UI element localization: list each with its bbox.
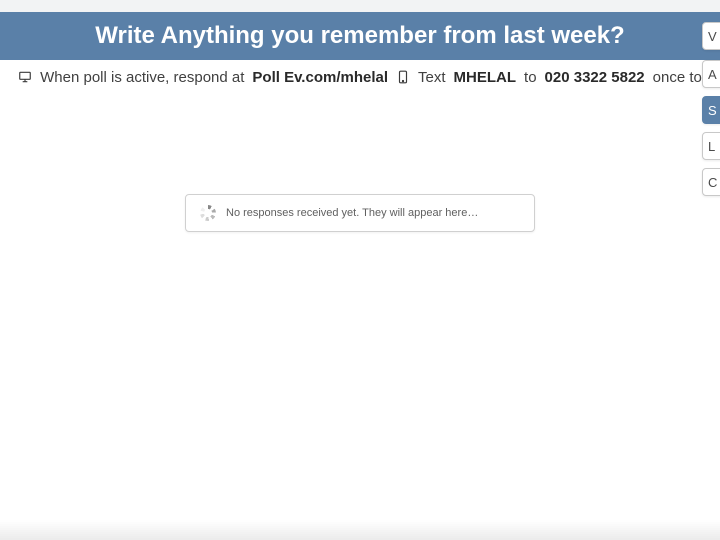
loading-spinner-icon — [200, 205, 216, 221]
text-prefix: Text — [418, 69, 446, 86]
side-button-a[interactable]: A — [702, 60, 720, 88]
poll-title: Write Anything you remember from last we… — [95, 22, 624, 49]
poll-title-banner: Write Anything you remember from last we… — [0, 12, 720, 60]
presentation-icon — [18, 70, 32, 84]
side-button-v[interactable]: V — [702, 22, 720, 50]
top-border — [0, 0, 720, 12]
side-button-c[interactable]: C — [702, 168, 720, 196]
instruction-bar: When poll is active, respond at Poll Ev.… — [0, 60, 720, 94]
instruction-suffix: once to — [653, 69, 702, 86]
side-button-l[interactable]: L — [702, 132, 720, 160]
poll-url: Poll Ev.com/mhelal — [252, 69, 388, 86]
text-code: MHELAL — [454, 69, 517, 86]
no-responses-box: No responses received yet. They will app… — [185, 194, 535, 232]
instruction-prefix: When poll is active, respond at — [40, 69, 244, 86]
side-button-s[interactable]: S — [702, 96, 720, 124]
phone-number: 020 3322 5822 — [545, 69, 645, 86]
phone-icon — [396, 68, 410, 86]
bottom-shadow — [0, 520, 720, 540]
text-to: to — [524, 69, 537, 86]
no-responses-text: No responses received yet. They will app… — [226, 207, 478, 219]
right-side-buttons: V A S L C — [702, 22, 720, 196]
